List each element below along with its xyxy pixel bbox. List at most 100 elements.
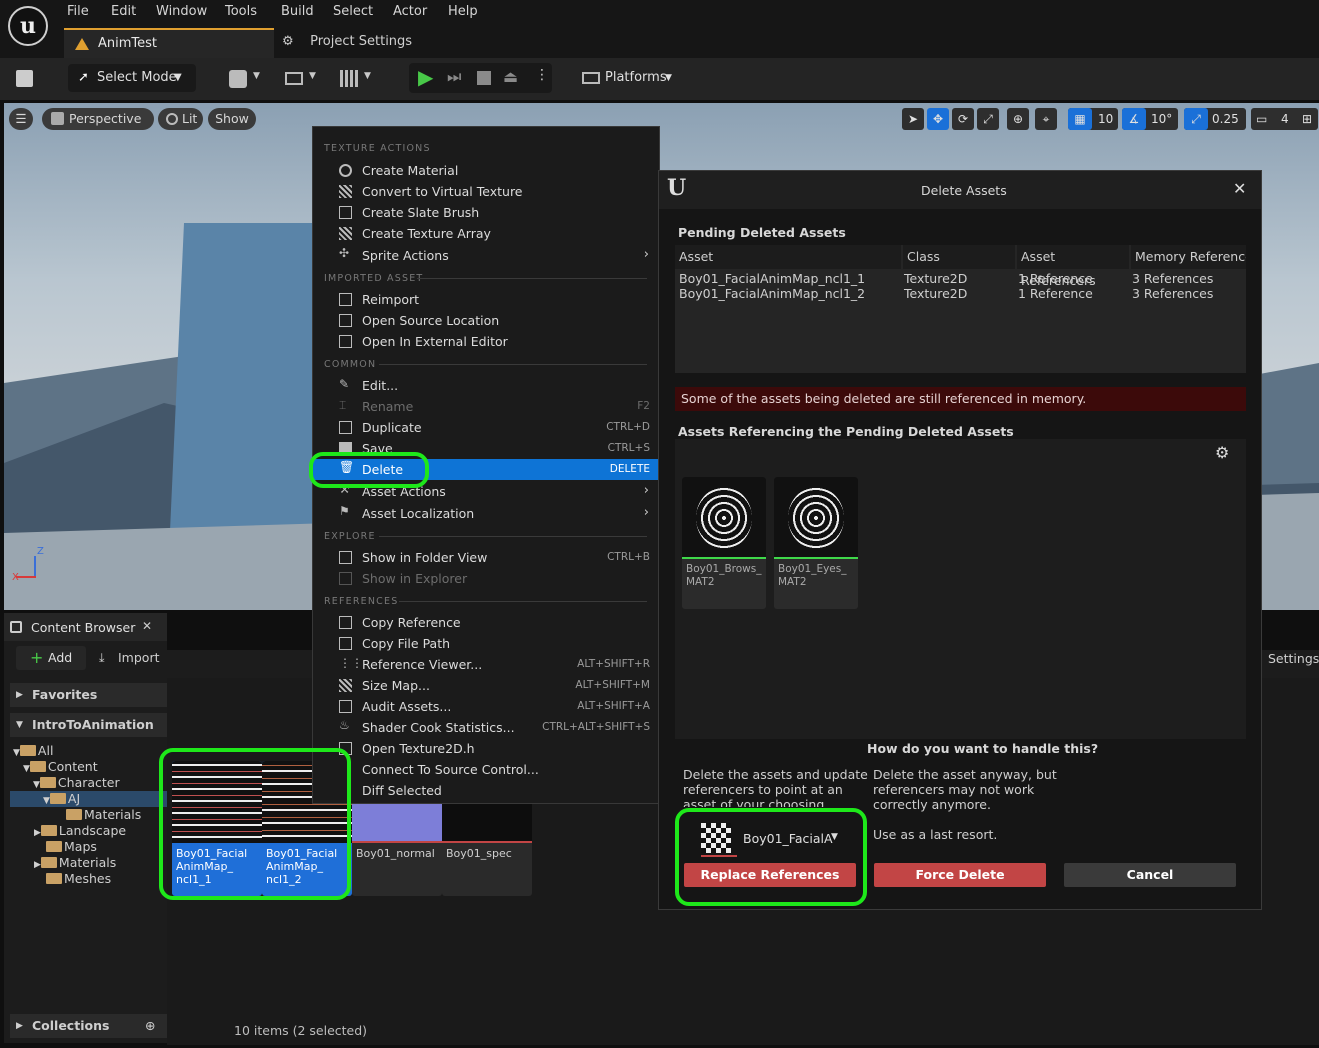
tab-animtest[interactable]: AnimTest [64,28,274,58]
menu-item-copy-file-path[interactable]: Copy File Path [313,633,659,654]
play-icon[interactable]: ▶ [418,65,433,89]
menu-item-size-map[interactable]: Size Map... ALT+SHIFT+M [313,675,659,696]
collections-section[interactable]: ▶ Collections ⊕ ⌕ [10,1014,183,1038]
content-browser-tab[interactable]: Content Browser ✕ [4,613,167,641]
menu-item-open-texture2d-h[interactable]: Open Texture2D.h [313,738,659,759]
ref-asset-tile[interactable]: Boy01_Eyes_ MAT2 [774,477,858,609]
select-tool[interactable]: ➤ [902,108,924,130]
tree-item-aj[interactable]: ▼ AJ [10,791,167,807]
chevron-down-icon[interactable]: ▼ [253,71,260,81]
menu-select[interactable]: Select [333,4,373,19]
menu-item-audit-assets[interactable]: Audit Assets... ALT+SHIFT+A [313,696,659,717]
menu-build[interactable]: Build [281,4,314,19]
tree-item-all[interactable]: ▼ All [13,743,53,758]
layout-button[interactable]: ⊞ [1296,108,1318,130]
scale-tool[interactable]: ⤢ [977,108,999,130]
gear-icon[interactable]: ⚙ [1215,443,1229,462]
menu-item-create-texture-array[interactable]: Create Texture Array [313,223,659,244]
show-button[interactable]: Show [208,108,256,130]
menu-item-asset-localization[interactable]: ⚑ Asset Localization › [313,503,659,524]
menu-item-rename[interactable]: ⌶ Rename F2 [313,396,659,417]
menu-item-diff-selected[interactable]: Diff Selected [313,780,659,801]
menu-item-shader-cook-stats[interactable]: ♨ Shader Cook Statistics... CTRL+ALT+SHIFT… [313,717,659,738]
tree-item-materials-root[interactable]: ▶ Materials [34,855,116,870]
menu-item-reimport[interactable]: Reimport [313,289,659,310]
menu-window[interactable]: Window [156,4,207,19]
favorites-section[interactable]: ▶ Favorites [10,683,167,707]
menu-item-show-folder-view[interactable]: Show in Folder View CTRL+B [313,547,659,568]
surface-snap[interactable]: ⌖ [1035,108,1057,130]
tree-item-maps[interactable]: Maps [46,839,97,854]
cancel-button[interactable]: Cancel [1064,863,1236,887]
tree-label: AJ [67,791,81,806]
cinematics-icon[interactable] [340,70,360,87]
ref-asset-tile[interactable]: Boy01_Brows_ MAT2 [682,477,766,609]
table-row[interactable]: Boy01_FacialAnimMap_ncl1_1 Texture2D 1 R… [675,271,1246,286]
stop-icon[interactable] [477,71,491,85]
tree-item-landscape[interactable]: ▶ Landscape [34,823,126,838]
table-row[interactable]: Boy01_FacialAnimMap_ncl1_2 Texture2D 1 R… [675,286,1246,301]
eject-icon[interactable]: ⏏ [503,67,518,86]
tree-item-character[interactable]: ▼ Character [33,775,120,790]
import-button[interactable]: ⤓ Import [96,646,166,670]
column-header-asset[interactable]: Asset [675,245,901,269]
add-actor-icon[interactable] [229,70,247,88]
axis-x-label: X [12,572,19,583]
menu-item-reference-viewer[interactable]: ⋮⋮ Reference Viewer... ALT+SHIFT+R [313,654,659,675]
viewport-menu-button[interactable]: ☰ [9,108,33,130]
close-icon[interactable]: ✕ [142,619,152,633]
menu-item-copy-reference[interactable]: Copy Reference [313,612,659,633]
settings-button[interactable]: Settings [1268,651,1319,666]
menu-help[interactable]: Help [448,4,478,19]
menu-item-convert-virtual-texture[interactable]: Convert to Virtual Texture [313,181,659,202]
tree-item-content[interactable]: ▼ Content [23,759,98,774]
platforms-button[interactable]: Platforms ▼ [578,64,678,92]
angle-snap[interactable]: ∡ 10° [1122,108,1178,130]
menu-item-open-external-editor[interactable]: Open In External Editor [313,331,659,352]
step-icon[interactable]: ⏭ [447,67,461,87]
column-header-memory[interactable]: Memory Reference [1131,245,1246,269]
unreal-logo[interactable]: u [8,6,48,46]
menu-item-sprite-actions[interactable]: ✣ Sprite Actions › [313,245,659,266]
menu-tools[interactable]: Tools [225,4,257,19]
column-header-referencers[interactable]: Asset Referencers [1017,245,1129,288]
menu-file[interactable]: File [67,4,89,19]
add-button[interactable]: + Add [16,646,86,670]
grid-snap[interactable]: ▦ 10 [1068,108,1118,130]
tab-project-settings[interactable]: ⚙ Project Settings [282,34,412,49]
menu-item-connect-source-control[interactable]: Connect To Source Control... [313,759,659,780]
select-mode-button[interactable]: ➚ Select Mode ▼ [68,64,196,92]
world-local-toggle[interactable]: ⊕ [1007,108,1029,130]
column-header-class[interactable]: Class [903,245,1015,269]
menu-item-save[interactable]: Save CTRL+S [313,438,659,452]
menu-actor[interactable]: Actor [393,4,427,19]
menu-item-duplicate[interactable]: Duplicate CTRL+D [313,417,659,438]
scale-snap[interactable]: ⤢ 0.25 [1184,108,1246,130]
tree-item-meshes[interactable]: Meshes [46,871,111,886]
force-delete-button[interactable]: Force Delete [874,863,1046,887]
camera-speed[interactable]: ▭ 4 [1251,108,1301,130]
menu-item-create-material[interactable]: Create Material [313,160,659,181]
content-browser-icon [10,621,22,633]
translate-tool[interactable]: ✥ [927,108,949,130]
menu-item-edit[interactable]: ✎ Edit... [313,375,659,396]
perspective-button[interactable]: Perspective [42,108,154,130]
tab-animtest-label: AnimTest [98,36,158,51]
chevron-down-icon[interactable]: ▼ [309,71,316,81]
rotate-tool[interactable]: ⟳ [952,108,974,130]
close-icon[interactable]: ✕ [1233,179,1246,198]
lit-button[interactable]: Lit [158,108,203,130]
angle-icon: ∡ [1122,108,1146,130]
menu-item-create-slate-brush[interactable]: Create Slate Brush [313,202,659,223]
menu-item-show-explorer[interactable]: Show in Explorer [313,568,659,589]
menu-edit[interactable]: Edit [111,4,136,19]
add-collection-icon[interactable]: ⊕ [145,1014,155,1038]
project-section[interactable]: ▼ IntroToAnimation [10,713,167,737]
more-options-icon[interactable]: ⋮ [535,67,549,83]
pending-assets-table: Asset Class Asset Referencers Memory Ref… [675,245,1246,373]
save-icon[interactable] [16,70,33,87]
tree-item-materials[interactable]: Materials [66,807,141,822]
menu-item-open-source-location[interactable]: Open Source Location [313,310,659,331]
blueprint-icon[interactable] [285,72,303,85]
chevron-down-icon[interactable]: ▼ [364,71,371,81]
